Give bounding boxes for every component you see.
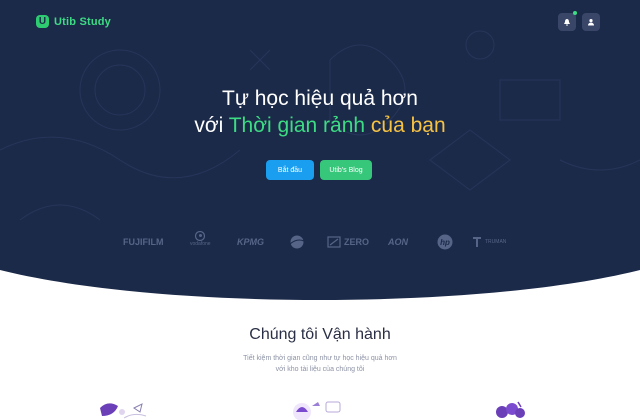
section-title: Chúng tôi Vận hành — [249, 326, 391, 343]
section-subtitle: Tiết kiệm thời gian cũng như tự học hiệu… — [0, 353, 640, 375]
headline-highlight-green: Thời gian rảnh — [228, 114, 366, 137]
nasa-icon — [289, 235, 305, 249]
partner-logo-kpmg: KPMG — [237, 234, 264, 250]
notification-dot — [573, 11, 577, 15]
blog-button[interactable]: Utib's Blog — [320, 160, 372, 180]
zero-icon — [327, 236, 341, 248]
start-button[interactable]: Bắt đầu — [266, 160, 314, 180]
vodafone-wordmark: vodafone — [190, 241, 211, 247]
hero-headline-line1: Tự học hiệu quả hơn — [222, 87, 418, 110]
partner-logo-hp: hp — [436, 234, 454, 250]
logo-mark-icon: U — [36, 15, 49, 28]
hero-headline-line2: với Thời gian rảnh của bạn — [0, 113, 640, 139]
zero-wordmark: ZERO — [344, 237, 370, 247]
user-icon — [588, 19, 594, 26]
section-subtitle-line1: Tiết kiệm thời gian cũng như tự học hiệu… — [243, 355, 397, 362]
feature-illustration-right — [496, 401, 525, 418]
hero-section: U Utib Study Tự học hiệu quả hơn với Thờ… — [0, 0, 640, 300]
section-subtitle-line2: với kho tài liệu của chúng tôi — [275, 366, 365, 373]
logo-text: Utib Study — [54, 15, 111, 28]
notification-button[interactable] — [558, 13, 576, 31]
headline-highlight-yellow: của bạn — [365, 114, 446, 137]
kpmg-wordmark: KPMG — [237, 237, 264, 247]
user-menu-button[interactable] — [582, 13, 600, 31]
hp-icon: hp — [437, 234, 453, 250]
brand-logo[interactable]: U Utib Study — [36, 15, 111, 28]
partner-logo-truman: TRUMAN — [472, 234, 506, 250]
headline-prefix: với — [194, 114, 229, 137]
fujifilm-wordmark: FUJIFILM — [123, 237, 164, 247]
hero-bottom-curve — [0, 270, 640, 310]
truman-icon — [473, 237, 481, 247]
partner-logo-fujifilm: FUJIFILM — [123, 234, 164, 250]
bell-icon — [564, 19, 570, 26]
partner-logo-zero: ZERO — [327, 234, 369, 250]
partner-logo-vodafone: vodafone — [190, 231, 211, 247]
vodafone-icon — [195, 231, 206, 241]
truman-wordmark: TRUMAN — [485, 239, 507, 245]
partner-logo-nasa — [288, 234, 306, 250]
feature-illustration-left — [100, 403, 147, 419]
hero-background-decoration — [0, 30, 640, 221]
hp-wordmark: hp — [440, 238, 450, 247]
partner-logo-aon: AON — [388, 234, 408, 250]
aon-wordmark: AON — [388, 237, 408, 247]
feature-illustration-center — [293, 401, 341, 420]
